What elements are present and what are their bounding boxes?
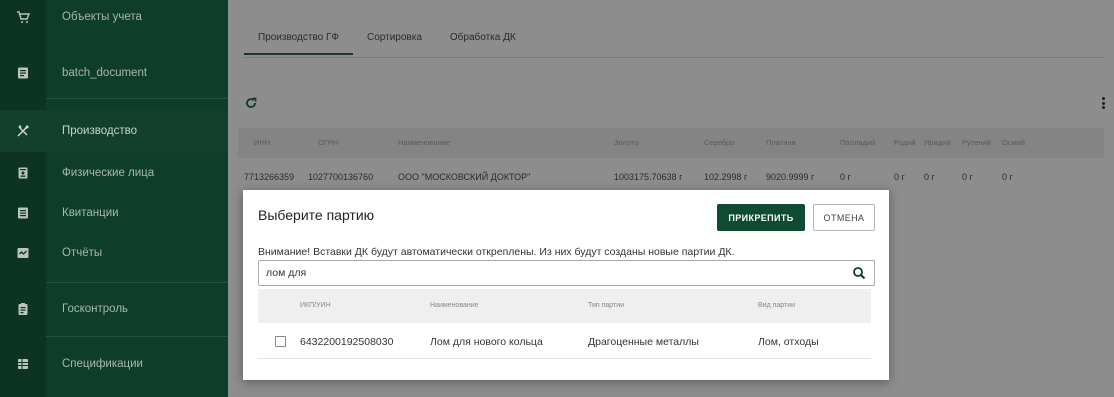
column-header: Рутений <box>962 138 991 147</box>
cancel-button[interactable]: ОТМЕНА <box>813 204 875 231</box>
sidebar-item-specifications[interactable]: Спецификации <box>0 346 228 382</box>
table-cell: 0 г <box>840 172 851 182</box>
sidebar-item-label: Отчёты <box>62 247 103 259</box>
sidebar-item-label: Квитанции <box>62 207 119 219</box>
column-header: Платина <box>766 138 796 147</box>
table-cell: Лом, отходы <box>758 336 819 348</box>
dialog-table-header: ИКП/УИН Наименование Тип партии Вид парт… <box>258 289 871 323</box>
table-cell: ООО "МОСКОВСКИЙ ДОКТОР" <box>398 172 531 182</box>
table-row[interactable]: 6432200192508030 Лом для нового кольца Д… <box>258 325 871 359</box>
column-header: Тип партии <box>588 302 625 309</box>
sidebar-item-objects[interactable]: Объекты учета <box>0 0 228 34</box>
sidebar-item-label: Производство <box>62 125 137 137</box>
sidebar-item-individuals[interactable]: Физические лица <box>0 156 228 190</box>
sidebar-item-production[interactable]: Производство <box>0 110 228 152</box>
row-checkbox[interactable] <box>275 336 286 347</box>
table-cell: 0 г <box>924 172 935 182</box>
clipboard-icon <box>0 302 46 316</box>
select-batch-dialog: Выберите партию ПРИКРЕПИТЬ ОТМЕНА Вниман… <box>243 190 889 380</box>
tab-bar: Производство ГФ Сортировка Обработка ДК <box>244 24 530 55</box>
sidebar-divider <box>46 336 228 337</box>
sidebar-item-label: Госконтроль <box>62 303 129 315</box>
column-header: Родий <box>894 138 916 147</box>
id-card-icon <box>0 166 46 180</box>
tabs-divider <box>244 57 1104 58</box>
column-header: Палладий <box>840 138 876 147</box>
sidebar-divider <box>46 282 228 283</box>
search-input[interactable] <box>259 267 852 279</box>
column-header: ИНН <box>254 138 271 147</box>
column-header: Вид партии <box>758 302 796 309</box>
table-row[interactable]: 7713266359 1027700136760 ООО "МОСКОВСКИЙ… <box>238 162 1104 192</box>
attach-button[interactable]: ПРИКРЕПИТЬ <box>717 204 805 231</box>
column-header: Осмий <box>1002 138 1026 147</box>
table-cell: 7713266359 <box>244 172 295 182</box>
tab-dk-processing[interactable]: Обработка ДК <box>436 24 530 55</box>
cart-icon <box>0 10 46 24</box>
sidebar-divider <box>46 98 228 99</box>
table-icon <box>0 357 46 371</box>
dialog-title: Выберите партию <box>258 207 375 223</box>
table-cell: 0 г <box>1002 172 1013 182</box>
sidebar-item-batch-document[interactable]: batch_document <box>0 56 228 90</box>
column-header: Иридий <box>924 138 951 147</box>
table-header: ИНН ОГРН Наименование Золото Серебро Пла… <box>238 128 1104 158</box>
column-header: Наименование <box>430 302 479 309</box>
sidebar-item-label: Спецификации <box>62 358 143 370</box>
sidebar-item-receipts[interactable]: Квитанции <box>0 196 228 230</box>
sidebar-item-label: batch_document <box>62 67 148 79</box>
column-header: ОГРН <box>318 138 339 147</box>
sidebar-item-reports[interactable]: Отчёты <box>0 236 228 270</box>
document-icon <box>0 66 46 80</box>
table-cell: 1003175.70638 г <box>614 172 683 182</box>
tools-icon <box>0 124 46 138</box>
column-header: Наименование <box>398 138 450 147</box>
search-field[interactable] <box>258 260 875 286</box>
column-header: Золото <box>614 138 639 147</box>
tab-production-gf[interactable]: Производство ГФ <box>244 24 353 55</box>
table-cell: 6432200192508030 <box>300 336 394 348</box>
tab-sorting[interactable]: Сортировка <box>353 24 436 55</box>
more-options-icon[interactable] <box>1102 97 1106 109</box>
table-cell: 9020.9999 г <box>766 172 815 182</box>
refresh-icon[interactable] <box>244 96 258 110</box>
search-icon[interactable] <box>852 266 866 280</box>
table-cell: 102.2998 г <box>704 172 748 182</box>
sidebar-item-label: Объекты учета <box>62 11 142 23</box>
table-cell: Лом для нового кольца <box>430 336 543 348</box>
table-cell: 1027700136760 <box>308 172 374 182</box>
table-cell: 0 г <box>962 172 973 182</box>
table-cell: Драгоценные металлы <box>588 336 699 348</box>
receipt-icon <box>0 206 46 220</box>
column-header: Серебро <box>704 138 735 147</box>
warning-note: Внимание! Вставки ДК будут автоматически… <box>258 246 735 258</box>
report-icon <box>0 246 46 260</box>
sidebar-item-label: Физические лица <box>62 167 155 179</box>
sidebar-item-state-control[interactable]: Госконтроль <box>0 292 228 326</box>
table-cell: 0 г <box>894 172 905 182</box>
column-header: ИКП/УИН <box>300 302 331 309</box>
sidebar: Объекты учета batch_document Производств… <box>0 0 228 397</box>
